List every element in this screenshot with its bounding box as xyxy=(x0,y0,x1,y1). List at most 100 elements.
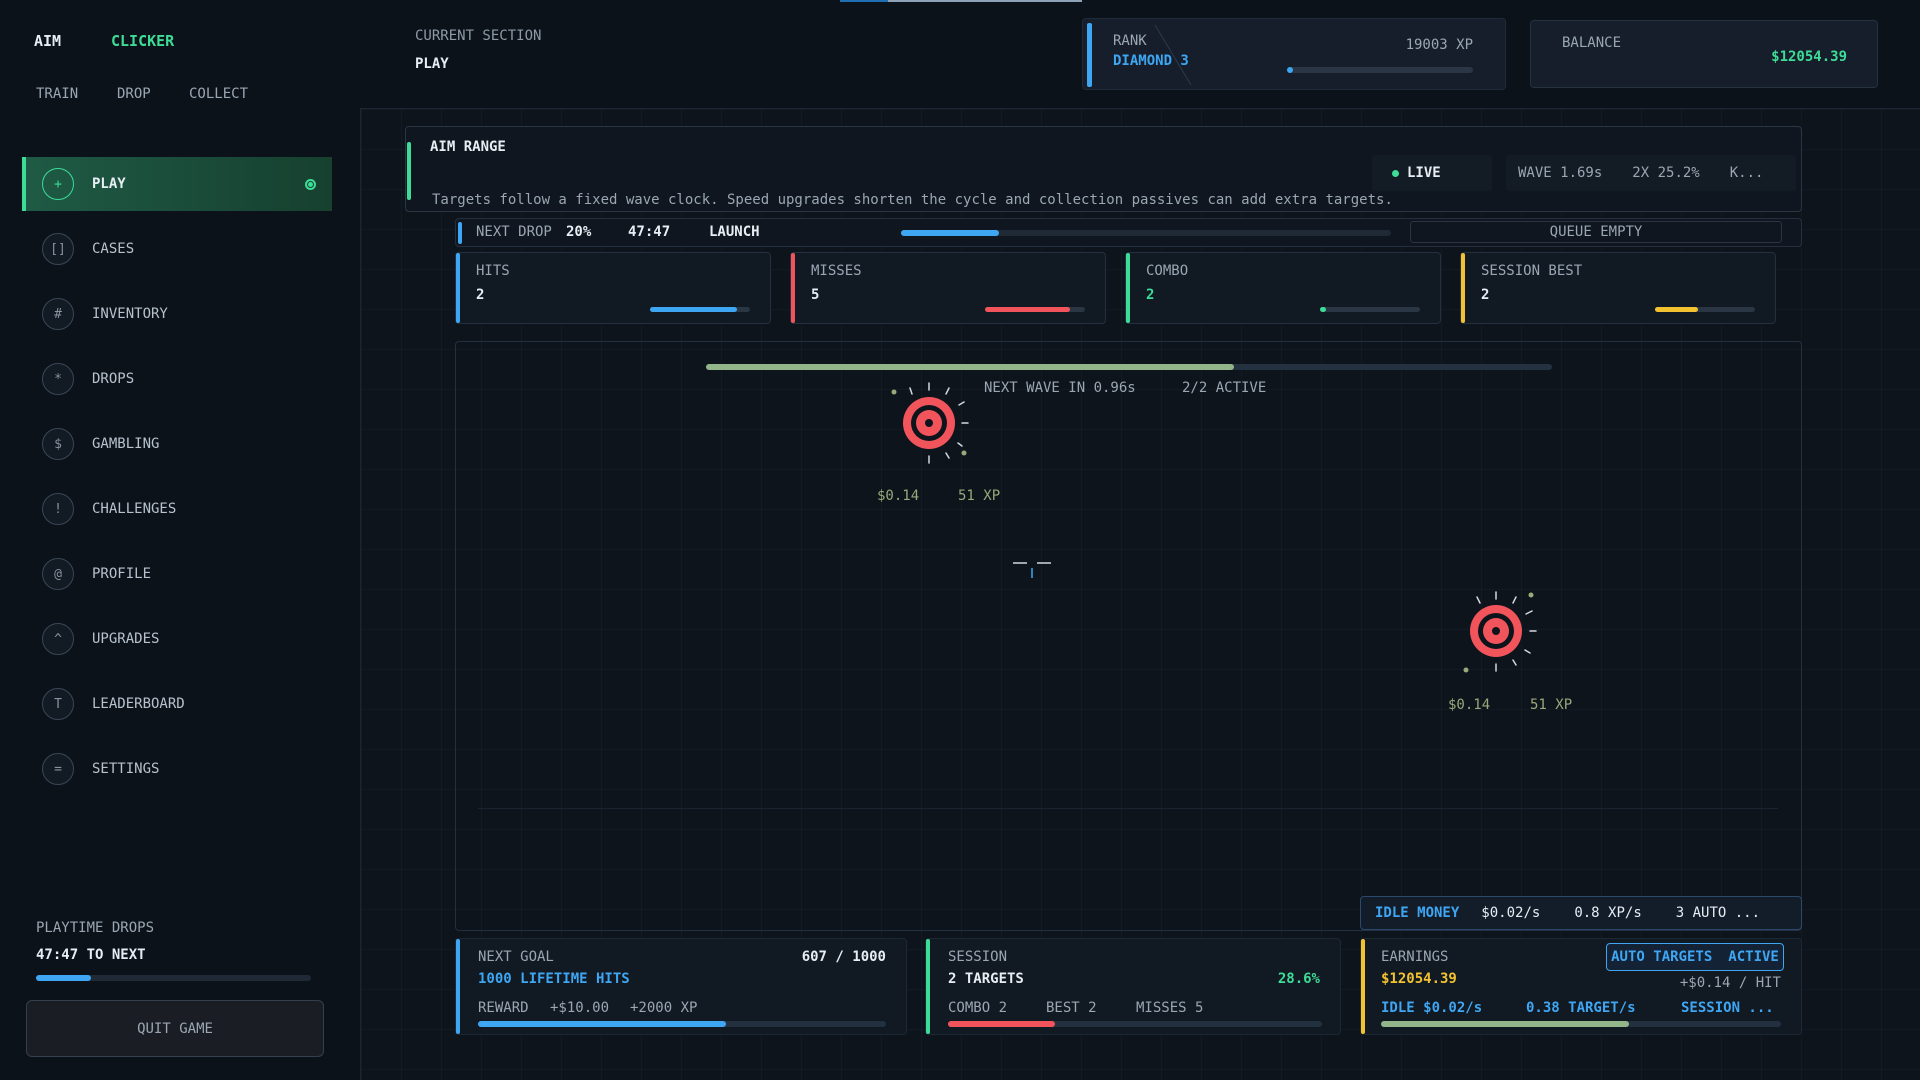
sidebar-item-icon: ! xyxy=(42,493,74,525)
stat-label: MISSES xyxy=(811,263,862,279)
sidebar-item-label: PLAY xyxy=(92,176,126,192)
next-drop-percent: 20% xyxy=(566,224,592,240)
sidebar-item-icon: $ xyxy=(42,428,74,460)
sidebar-item-label: UPGRADES xyxy=(92,631,160,647)
sidebar-item-label: GAMBLING xyxy=(92,436,160,452)
session-accent xyxy=(926,939,930,1034)
sidebar-item-cases[interactable]: [] CASES xyxy=(22,222,332,276)
drop-queue-status: QUEUE EMPTY xyxy=(1410,221,1782,243)
earnings-per-hit: +$0.14 / HIT xyxy=(1679,975,1781,991)
session-accuracy: 28.6% xyxy=(1277,971,1320,987)
reward-xp: +2000 XP xyxy=(630,1000,698,1016)
stat-accent xyxy=(1461,253,1465,323)
sidebar-item-leaderboard[interactable]: T LEADERBOARD xyxy=(22,677,332,731)
playtime-drops-title: PLAYTIME DROPS xyxy=(36,920,155,936)
aim-range-accent xyxy=(407,142,411,200)
sidebar-item-label: LEADERBOARD xyxy=(92,696,185,712)
sidebar-item-play[interactable]: + PLAY xyxy=(22,157,332,211)
brand-logo-clicker: CLICKER xyxy=(111,32,175,50)
session-best: BEST 2 xyxy=(1046,1000,1097,1016)
sidebar-item-profile[interactable]: @ PROFILE xyxy=(22,547,332,601)
sidebar-item-challenges[interactable]: ! CHALLENGES xyxy=(22,482,332,536)
auto-targets-state: ACTIVE xyxy=(1728,949,1779,965)
wave-progress-fill xyxy=(706,364,1234,370)
balance-label: BALANCE xyxy=(1562,35,1622,51)
stat-accent xyxy=(456,253,460,323)
sidebar-item-label: INVENTORY xyxy=(92,306,168,322)
sidebar-item-settings[interactable]: = SETTINGS xyxy=(22,742,332,796)
session-misses: MISSES 5 xyxy=(1136,1000,1204,1016)
wave-extra: K... xyxy=(1729,165,1764,181)
sidebar-item-label: DROPS xyxy=(92,371,135,387)
stat-value: 2 xyxy=(1481,287,1490,303)
balance-card: BALANCE $12054.39 xyxy=(1530,20,1878,88)
next-goal-count: 607 / 1000 xyxy=(801,949,886,965)
sidebar-item-icon: = xyxy=(42,753,74,785)
next-drop-time: 47:47 xyxy=(628,224,671,240)
stat-progress-fill xyxy=(985,307,1070,312)
session-combo: COMBO 2 xyxy=(948,1000,1008,1016)
brand-logo-aim: AIM xyxy=(34,32,62,50)
idle-money-rate: $0.02/s xyxy=(1481,905,1541,921)
live-label: LIVE xyxy=(1407,165,1441,181)
sidebar-item-upgrades[interactable]: ^ UPGRADES xyxy=(22,612,332,666)
live-status-badge: LIVE xyxy=(1372,155,1492,191)
target-money-reward: $0.14 xyxy=(1448,697,1491,713)
next-wave-timer: NEXT WAVE IN 0.96s xyxy=(984,380,1136,396)
launch-button[interactable]: LAUNCH xyxy=(709,224,760,240)
subnav-train[interactable]: TRAIN xyxy=(36,86,78,102)
top-progress-segment-active xyxy=(840,0,888,2)
sidebar-item-inventory[interactable]: # INVENTORY xyxy=(22,287,332,341)
stat-accent xyxy=(791,253,795,323)
rank-card: RANK DIAMOND 3 19003 XP xyxy=(1082,18,1506,90)
sidebar-item-icon: T xyxy=(42,688,74,720)
current-section-label: CURRENT SECTION xyxy=(415,28,542,44)
current-section-value: PLAY xyxy=(415,56,449,72)
stat-progress-fill xyxy=(1655,307,1698,312)
playtime-drops-timer: 47:47 TO NEXT xyxy=(36,947,146,963)
rank-progress-fill xyxy=(1287,67,1293,73)
aim-range-card: AIM RANGE Targets follow a fixed wave cl… xyxy=(405,126,1802,212)
idle-xp-rate: 0.8 XP/s xyxy=(1574,905,1642,921)
sidebar-item-drops[interactable]: * DROPS xyxy=(22,352,332,406)
target-xp-reward: 51 XP xyxy=(958,488,1001,504)
sidebar-item-icon: ^ xyxy=(42,623,74,655)
sidebar-item-label: PROFILE xyxy=(92,566,152,582)
playtime-drops-progress-fill xyxy=(36,975,91,981)
earnings-accent xyxy=(1361,939,1365,1034)
playtime-drops-progress xyxy=(36,975,311,981)
session-label: SESSION xyxy=(948,949,1008,965)
stat-progress-fill xyxy=(1320,307,1326,312)
rank-xp: 19003 XP xyxy=(1405,37,1473,53)
sidebar-item-icon: + xyxy=(42,168,74,200)
sidebar-item-label: CHALLENGES xyxy=(92,501,177,517)
stat-card-hits: HITS 2 xyxy=(455,252,771,324)
stat-progress xyxy=(1655,307,1755,312)
stat-card-session-best: SESSION BEST 2 xyxy=(1460,252,1776,324)
target-arena[interactable]: NEXT WAVE IN 0.96s 2/2 ACTIVE $0.14 51 X… xyxy=(455,341,1802,931)
stat-progress-fill xyxy=(650,307,737,312)
auto-targets-label: AUTO TARGETS xyxy=(1611,949,1713,965)
quit-game-button[interactable]: QUIT GAME xyxy=(26,1000,324,1057)
subnav-collect[interactable]: COLLECT xyxy=(189,86,248,102)
stat-value: 2 xyxy=(476,287,485,303)
rank-label: RANK xyxy=(1113,33,1147,49)
sidebar-item-icon: # xyxy=(42,298,74,330)
crosshair-icon xyxy=(1011,551,1055,583)
sidebar-item-label: CASES xyxy=(92,241,135,257)
target[interactable]: $0.14 51 XP xyxy=(874,378,1000,504)
target[interactable]: $0.14 51 XP xyxy=(1446,587,1572,713)
idle-money-label: IDLE MONEY xyxy=(1375,905,1460,921)
next-drop-strip: NEXT DROP 20% 47:47 LAUNCH QUEUE EMPTY xyxy=(455,218,1802,247)
sidebar-item-gambling[interactable]: $ GAMBLING xyxy=(22,417,332,471)
next-goal-accent xyxy=(456,939,460,1034)
stat-label: SESSION BEST xyxy=(1481,263,1583,279)
next-drop-progress xyxy=(901,230,1391,236)
sidebar-item-label: SETTINGS xyxy=(92,761,160,777)
subnav-drop[interactable]: DROP xyxy=(117,86,151,102)
auto-targets-toggle[interactable]: AUTO TARGETS ACTIVE xyxy=(1606,943,1784,971)
session-targets: 2 TARGETS xyxy=(948,971,1024,987)
wave-multiplier: 2X 25.2% xyxy=(1632,165,1700,181)
active-indicator-icon xyxy=(305,178,316,190)
active-targets-count: 2/2 ACTIVE xyxy=(1182,380,1267,396)
